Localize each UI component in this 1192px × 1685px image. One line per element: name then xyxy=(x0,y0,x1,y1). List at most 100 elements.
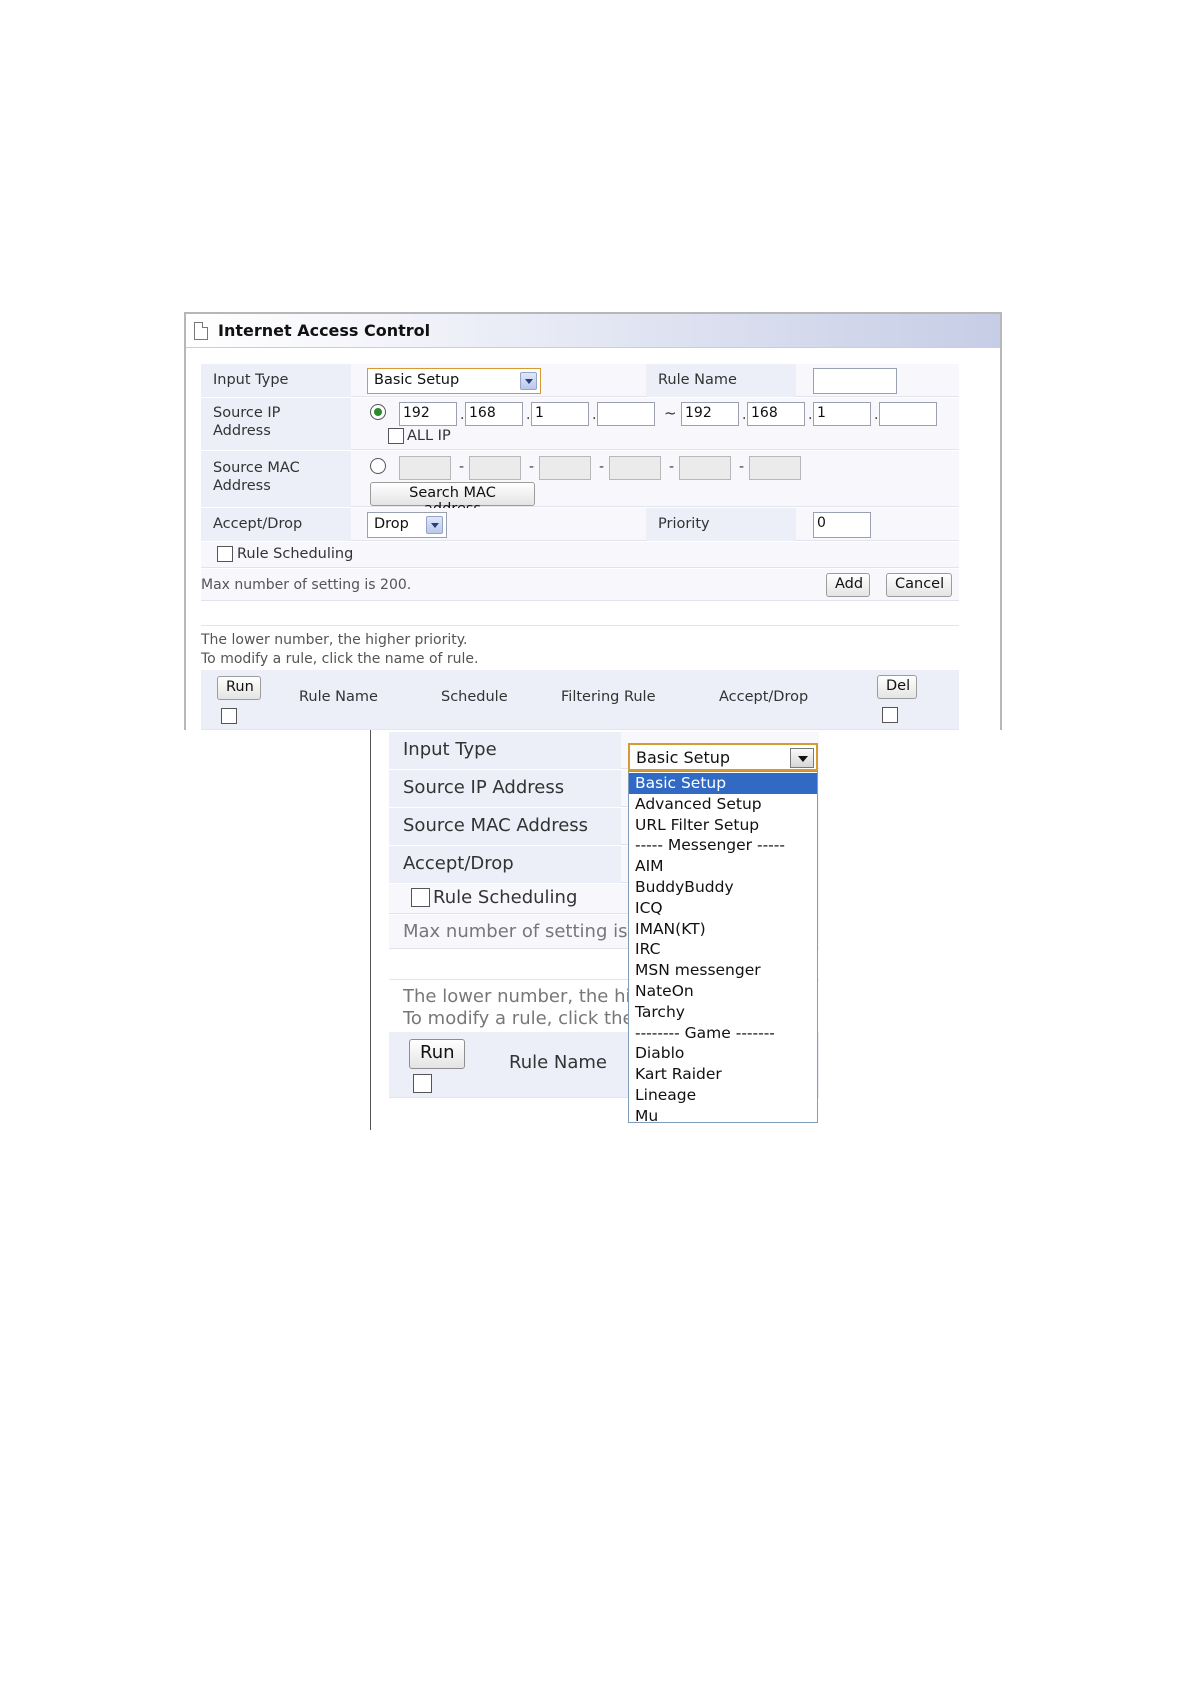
cancel-button[interactable]: Cancel xyxy=(886,573,952,597)
zoom-run-checkbox[interactable] xyxy=(413,1074,432,1093)
all-ip-checkbox[interactable] xyxy=(388,428,404,444)
input-type-row: Input Type Basic Setup Rule Name xyxy=(201,364,959,397)
ip-to-octet-3[interactable]: 1 xyxy=(813,402,871,426)
mac-field-5[interactable] xyxy=(679,456,731,480)
zoom-rule-scheduling-checkbox[interactable] xyxy=(411,888,430,907)
mac-field-1[interactable] xyxy=(399,456,451,480)
max-setting-text: Max number of setting is 200. xyxy=(201,577,412,593)
mac-field-6[interactable] xyxy=(749,456,801,480)
input-type-value: Basic Setup xyxy=(374,372,460,388)
column-accept-drop: Accept/Drop xyxy=(719,689,809,705)
zoom-accept-drop-label: Accept/Drop xyxy=(389,846,621,883)
ip-to-octet-2[interactable]: 168 xyxy=(747,402,805,426)
source-ip-row: Source IP Address 192 . 168 . 1 . ~ 192 … xyxy=(201,398,959,450)
ip-from-octet-1[interactable]: 192 xyxy=(399,402,457,426)
ip-dot: . xyxy=(460,407,465,423)
input-type-label: Input Type xyxy=(201,364,351,397)
dropdown-option[interactable]: Basic Setup xyxy=(629,773,817,794)
modify-rule-note: To modify a rule, click the name of rule… xyxy=(201,651,479,667)
zoom-source-ip-label: Source IP Address xyxy=(389,770,621,807)
zoom-input-type-label: Input Type xyxy=(389,732,621,769)
search-mac-button[interactable]: Search MAC address xyxy=(370,482,535,517)
source-mac-radio[interactable] xyxy=(370,458,386,474)
mac-field-4[interactable] xyxy=(609,456,661,480)
source-ip-label-line1: Source IP xyxy=(213,405,281,421)
zoom-column-rule-name: Rule Name xyxy=(509,1052,608,1073)
rule-scheduling-checkbox[interactable] xyxy=(217,546,233,562)
mac-separator: - xyxy=(599,459,605,475)
ip-from-octet-3[interactable]: 1 xyxy=(531,402,589,426)
ip-from-octet-2[interactable]: 168 xyxy=(465,402,523,426)
zoom-modify-rule-note: To modify a rule, click the na xyxy=(403,1008,662,1029)
dropdown-option[interactable]: Diablo xyxy=(629,1043,817,1064)
source-mac-label-line1: Source MAC xyxy=(213,460,300,476)
dropdown-option[interactable]: URL Filter Setup xyxy=(629,815,817,836)
dropdown-option[interactable]: -------- Game ------- xyxy=(629,1023,817,1044)
dropdown-option[interactable]: MSN messenger xyxy=(629,960,817,981)
priority-input[interactable]: 0 xyxy=(813,512,871,538)
rule-name-label: Rule Name xyxy=(646,364,796,397)
dropdown-option[interactable]: IMAN(KT) xyxy=(629,919,817,940)
column-rule-name: Rule Name xyxy=(299,689,378,705)
zoom-input-type-select[interactable]: Basic Setup xyxy=(628,743,818,771)
accept-drop-value: Drop xyxy=(374,516,409,532)
rule-list-header: Run Rule Name Schedule Filtering Rule Ac… xyxy=(201,670,959,730)
dropdown-option[interactable]: IRC xyxy=(629,939,817,960)
ip-to-octet-4[interactable] xyxy=(879,402,937,426)
spacer-row xyxy=(201,602,959,626)
chevron-down-icon[interactable] xyxy=(520,372,537,390)
chevron-down-icon[interactable] xyxy=(790,748,814,768)
add-button[interactable]: Add xyxy=(826,573,870,597)
column-schedule: Schedule xyxy=(441,689,508,705)
rule-name-input[interactable] xyxy=(813,368,897,394)
rule-scheduling-label: Rule Scheduling xyxy=(237,546,354,562)
ip-from-octet-4[interactable] xyxy=(597,402,655,426)
run-button[interactable]: Run xyxy=(217,676,261,700)
source-ip-label: Source IP Address xyxy=(201,398,351,450)
page-icon xyxy=(194,322,208,340)
dropdown-option[interactable]: Mu xyxy=(629,1106,817,1127)
source-ip-radio[interactable] xyxy=(370,404,386,420)
dropdown-option[interactable]: NateOn xyxy=(629,981,817,1002)
dropdown-option[interactable]: ICQ xyxy=(629,898,817,919)
dropdown-option[interactable]: Tarchy xyxy=(629,1002,817,1023)
priority-label: Priority xyxy=(646,508,796,541)
column-filtering-rule: Filtering Rule xyxy=(561,689,656,705)
rule-scheduling-row: Rule Scheduling xyxy=(201,542,959,568)
page-title: Internet Access Control xyxy=(218,321,431,340)
dropdown-option[interactable]: AIM xyxy=(629,856,817,877)
zoom-run-button[interactable]: Run xyxy=(409,1039,465,1069)
accept-drop-label: Accept/Drop xyxy=(201,508,351,541)
input-type-dropdown-list: Basic Setup Advanced Setup URL Filter Setu… xyxy=(628,771,818,1125)
source-mac-label-line2: Address xyxy=(213,478,271,494)
priority-note: The lower number, the higher priority. xyxy=(201,632,468,648)
del-button[interactable]: Del xyxy=(877,675,917,699)
ip-to-octet-1[interactable]: 192 xyxy=(681,402,739,426)
internet-access-control-panel: Internet Access Control Input Type Basic… xyxy=(184,312,1002,730)
dropdown-option[interactable]: Lineage xyxy=(629,1085,817,1106)
zoom-source-mac-label: Source MAC Address xyxy=(389,808,621,845)
mac-field-2[interactable] xyxy=(469,456,521,480)
input-type-select[interactable]: Basic Setup xyxy=(367,368,541,394)
ip-dot: . xyxy=(526,407,531,423)
source-mac-label: Source MAC Address xyxy=(201,451,351,507)
mac-separator: - xyxy=(529,459,535,475)
source-ip-label-line2: Address xyxy=(213,423,271,439)
ip-dot: . xyxy=(592,407,597,423)
accept-drop-row: Accept/Drop Drop Priority 0 xyxy=(201,508,959,541)
dropdown-option[interactable]: Kart Raider xyxy=(629,1064,817,1085)
dropdown-option[interactable]: ----- Messenger ----- xyxy=(629,835,817,856)
dropdown-option[interactable]: BuddyBuddy xyxy=(629,877,817,898)
zoom-input-type-value: Basic Setup xyxy=(636,748,731,767)
all-ip-label: ALL IP xyxy=(407,428,451,444)
mac-field-3[interactable] xyxy=(539,456,591,480)
mac-separator: - xyxy=(459,459,465,475)
chevron-down-icon[interactable] xyxy=(426,516,443,534)
mac-separator: - xyxy=(739,459,745,475)
mac-separator: - xyxy=(669,459,675,475)
dropdown-option[interactable]: Advanced Setup xyxy=(629,794,817,815)
run-select-all-checkbox[interactable] xyxy=(221,708,237,724)
actions-row: Max number of setting is 200. Add Cancel xyxy=(201,569,959,601)
accept-drop-select[interactable]: Drop xyxy=(367,512,447,538)
del-select-all-checkbox[interactable] xyxy=(882,707,898,723)
